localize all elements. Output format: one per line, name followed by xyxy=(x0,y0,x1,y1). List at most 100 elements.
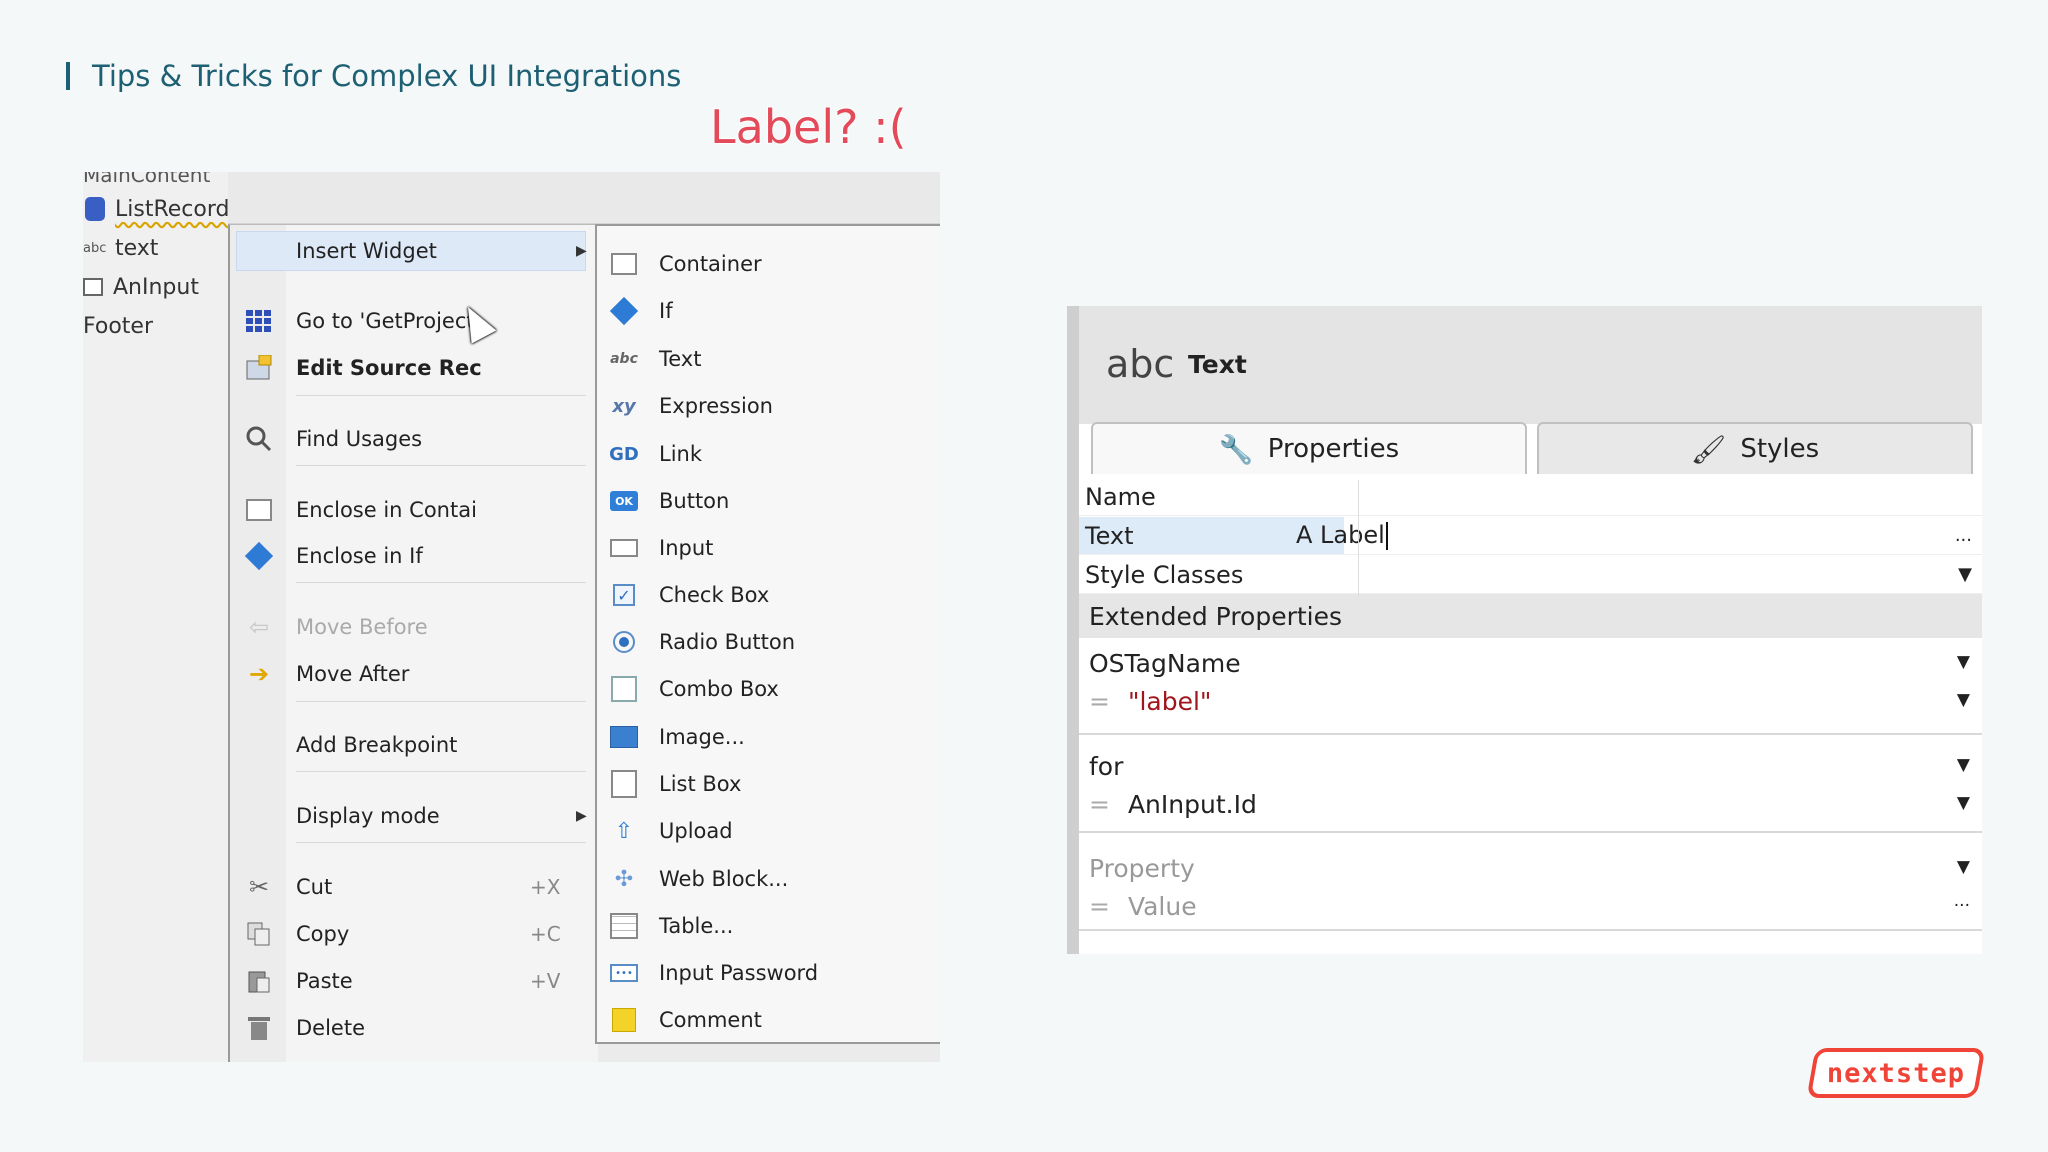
submenu-item-text[interactable]: abc Text xyxy=(597,339,940,379)
search-icon xyxy=(244,424,274,454)
image-icon xyxy=(609,723,639,751)
dropdown-arrow-icon[interactable]: ▼ xyxy=(1957,857,1970,877)
menu-item-find-usages[interactable]: Find Usages xyxy=(230,419,600,459)
menu-item-label: Move Before xyxy=(296,615,428,639)
tree-item-aninput[interactable]: AnInput xyxy=(83,270,199,304)
tree-item-footer[interactable]: Footer xyxy=(83,309,153,343)
tab-styles[interactable]: 🖌 Styles xyxy=(1537,422,1973,474)
menu-item-edit-source[interactable]: Edit Source Rec xyxy=(230,348,600,388)
menu-item-insert-widget[interactable]: Insert Widget ▶ xyxy=(230,231,600,271)
submenu-arrow-icon: ▶ xyxy=(576,243,587,259)
submenu-item-web-block[interactable]: ✣ Web Block... xyxy=(597,859,940,899)
trash-icon xyxy=(244,1013,274,1043)
submenu-item-label: List Box xyxy=(659,772,742,796)
menu-item-label: Cut xyxy=(296,875,333,899)
arrow-left-icon: ⇦ xyxy=(248,613,270,641)
slide-title: Tips & Tricks for Complex UI Integration… xyxy=(66,56,681,96)
text-value-input[interactable]: A Label xyxy=(1296,521,1388,550)
ellipsis-button[interactable]: ... xyxy=(1955,525,1972,546)
properties-header: abc Text xyxy=(1079,306,1982,424)
menu-item-display-mode[interactable]: Display mode ▶ xyxy=(230,796,600,836)
submenu-item-if[interactable]: If xyxy=(597,291,940,331)
extended-property-for[interactable]: for ▼ = AnInput.Id ▼ xyxy=(1079,735,1982,833)
combo-box-icon xyxy=(609,675,639,703)
extended-property-new[interactable]: Property ▼ = Value ... xyxy=(1079,833,1982,931)
menu-item-enclose-container[interactable]: Enclose in Contai xyxy=(230,490,600,530)
submenu-item-upload[interactable]: ⇧ Upload xyxy=(597,811,940,851)
submenu-item-image[interactable]: Image... xyxy=(597,717,940,757)
submenu-item-table[interactable]: Table... xyxy=(597,906,940,946)
property-row-text[interactable]: Text A Label ... xyxy=(1079,517,1982,555)
menu-item-move-after[interactable]: ➔ Move After xyxy=(230,654,600,694)
menu-item-add-breakpoint[interactable]: Add Breakpoint xyxy=(230,725,600,765)
menu-item-label: Enclose in If xyxy=(296,544,423,568)
grid-icon xyxy=(244,306,274,336)
property-column-divider xyxy=(1358,480,1359,596)
extended-property-value: AnInput.Id xyxy=(1127,789,1257,819)
dropdown-arrow-icon[interactable]: ▼ xyxy=(1957,793,1970,813)
menu-item-label: Enclose in Contai xyxy=(296,498,477,522)
extended-property-name: for xyxy=(1089,751,1124,781)
widget-type-title: Text xyxy=(1188,350,1247,379)
editor-top-strip xyxy=(228,172,940,224)
dropdown-arrow-icon[interactable]: ▼ xyxy=(1957,690,1970,710)
dropdown-arrow-icon[interactable]: ▼ xyxy=(1957,755,1970,775)
submenu-item-label: If xyxy=(659,299,673,323)
submenu-item-input-password[interactable]: ••• Input Password xyxy=(597,953,940,993)
tab-properties[interactable]: 🔧 Properties xyxy=(1091,422,1527,474)
logo-text: nextstep xyxy=(1826,1057,1966,1089)
checkbox-icon xyxy=(83,278,103,296)
ellipsis-button[interactable]: ... xyxy=(1954,891,1970,911)
submenu-item-link[interactable]: GD Link xyxy=(597,434,940,474)
tree-item-text[interactable]: abc text xyxy=(83,231,158,265)
menu-item-cut[interactable]: ✂ Cut +X xyxy=(230,867,600,907)
submenu-item-check-box[interactable]: ✓ Check Box xyxy=(597,575,940,615)
menu-item-enclose-if[interactable]: Enclose in If xyxy=(230,536,600,576)
submenu-item-comment[interactable]: Comment xyxy=(597,1000,940,1040)
tree-item-label: MainContent xyxy=(83,172,211,187)
submenu-item-input[interactable]: Input xyxy=(597,528,940,568)
table-icon xyxy=(609,912,639,940)
dropdown-arrow-icon[interactable]: ▼ xyxy=(1957,652,1970,672)
submenu-item-label: Text xyxy=(659,347,702,371)
submenu-item-label: Comment xyxy=(659,1008,762,1032)
extended-property-ostagname[interactable]: OSTagName ▼ = "label" ▼ xyxy=(1079,638,1982,735)
insert-widget-submenu: Container If abc Text xy Expression GD L… xyxy=(595,224,940,1044)
extended-property-name: OSTagName xyxy=(1089,648,1241,678)
tree-item-maincontent[interactable]: MainContent xyxy=(83,172,210,192)
submenu-item-combo-box[interactable]: Combo Box xyxy=(597,669,940,709)
password-icon: ••• xyxy=(610,964,638,982)
submenu-item-label: Input Password xyxy=(659,961,819,985)
submenu-item-radio-button[interactable]: Radio Button xyxy=(597,622,940,662)
dropdown-arrow-icon[interactable]: ▼ xyxy=(1958,564,1972,585)
menu-item-go-to[interactable]: Go to 'GetProject xyxy=(230,301,600,341)
list-box-icon xyxy=(609,770,639,798)
submenu-item-list-box[interactable]: List Box xyxy=(597,764,940,804)
submenu-item-label: Expression xyxy=(659,394,773,418)
panel-left-edge xyxy=(1067,306,1079,954)
shortcut-label: +X xyxy=(530,875,561,899)
submenu-item-expression[interactable]: xy Expression xyxy=(597,386,940,426)
menu-item-delete[interactable]: Delete xyxy=(230,1008,600,1048)
menu-item-copy[interactable]: Copy +C xyxy=(230,914,600,954)
menu-separator xyxy=(296,582,586,583)
menu-item-label: Display mode xyxy=(296,804,440,828)
nextstep-logo: nextstep xyxy=(1806,1048,1986,1098)
annotation-label: Label? :( xyxy=(709,99,908,155)
submenu-item-button[interactable]: OK Button xyxy=(597,481,940,521)
menu-separator xyxy=(296,771,586,772)
menu-item-label: Add Breakpoint xyxy=(296,733,458,757)
property-row-name[interactable]: Name xyxy=(1079,478,1982,516)
menu-item-label: Insert Widget xyxy=(296,239,437,263)
menu-item-paste[interactable]: Paste +V xyxy=(230,961,600,1001)
submenu-item-label: Input xyxy=(659,536,714,560)
submenu-item-container[interactable]: Container xyxy=(597,244,940,284)
database-icon xyxy=(85,197,105,221)
widget-tree: MainContent ListRecords1 abc text AnInpu… xyxy=(83,172,255,1062)
menu-item-label: Find Usages xyxy=(296,427,423,451)
property-row-style-classes[interactable]: Style Classes ▼ xyxy=(1079,556,1982,594)
property-key: Style Classes xyxy=(1085,560,1244,589)
edit-source-icon xyxy=(244,353,274,383)
diamond-icon xyxy=(244,541,274,571)
submenu-item-label: Check Box xyxy=(659,583,770,607)
